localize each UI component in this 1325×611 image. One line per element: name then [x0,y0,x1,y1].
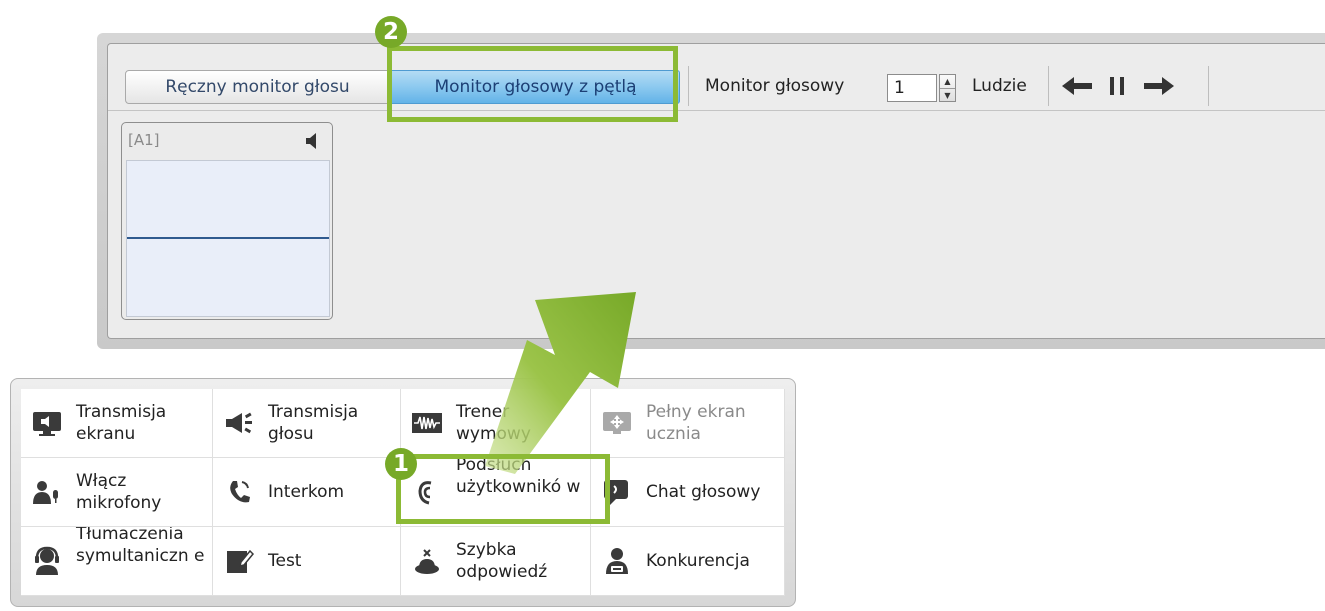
step1-highlight [396,454,610,524]
arrow-icon [485,292,636,474]
step1-badge: 1 [385,448,417,480]
